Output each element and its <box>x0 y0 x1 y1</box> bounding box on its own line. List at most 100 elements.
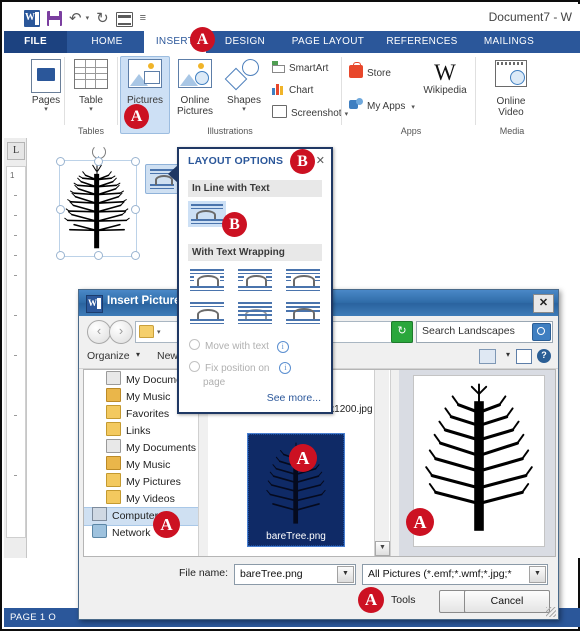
search-input[interactable]: Search Landscapes <box>416 321 553 343</box>
file-name-dropdown-icon[interactable]: ▼ <box>337 566 354 583</box>
screenshot-button[interactable]: Screenshot ▾ <box>272 105 348 119</box>
file-type-select[interactable]: All Pictures (*.emf;*.wmf;*.jpg;* ▼ <box>362 564 548 585</box>
nav-item-my-videos[interactable]: My Videos <box>106 490 175 507</box>
screenshot-caret-icon[interactable]: ▾ <box>345 111 349 118</box>
dialog-title-text: Insert Picture <box>107 295 181 307</box>
wrap-option-tight[interactable] <box>236 267 274 293</box>
file-name-input[interactable]: bareTree.png ▼ <box>234 564 356 585</box>
pages-label: Pages <box>31 95 61 106</box>
nav-item-my-documents-2[interactable]: My Documents <box>106 439 196 456</box>
see-more-link[interactable]: See more... <box>267 392 321 404</box>
nav-item-network[interactable]: Network <box>92 524 151 541</box>
screenshot-label: Screenshot <box>291 108 342 119</box>
tab-selector-button[interactable]: L <box>7 142 25 160</box>
wrap-option-through[interactable] <box>284 267 322 293</box>
save-icon[interactable] <box>47 11 62 26</box>
radio-fix-label-line2: page <box>203 377 225 388</box>
my-apps-button[interactable]: My Apps ▾ <box>349 98 415 112</box>
ribbon-tab-references[interactable]: REFERENCES <box>377 31 467 53</box>
close-icon[interactable]: ✕ <box>316 154 325 167</box>
undo-dropdown-caret-icon[interactable]: ▾ <box>86 14 90 22</box>
radio-move-with-text[interactable]: Move with text i <box>189 339 289 353</box>
help-icon[interactable]: ? <box>537 349 551 363</box>
resize-grip[interactable] <box>546 607 556 617</box>
pages-icon <box>28 59 64 93</box>
change-view-icon[interactable] <box>479 349 496 364</box>
resize-handle[interactable] <box>131 157 140 166</box>
wikipedia-label: Wikipedia <box>423 85 467 96</box>
touch-mouse-mode-icon[interactable] <box>115 11 133 27</box>
table-icon <box>73 59 109 93</box>
table-button[interactable]: Table ▾ <box>67 57 115 114</box>
wrap-option-in-front-of-text[interactable] <box>284 300 322 326</box>
resize-handle[interactable] <box>131 251 140 260</box>
refresh-icon[interactable]: ↻ <box>391 321 413 343</box>
online-pictures-button[interactable]: Online Pictures <box>171 57 219 117</box>
new-folder-button[interactable]: New <box>157 350 178 362</box>
pages-button[interactable]: Pages ▾ <box>22 57 70 114</box>
radio-icon[interactable] <box>189 361 200 372</box>
wrap-option-top-bottom[interactable] <box>188 300 226 326</box>
tools-button[interactable]: Tools <box>391 594 416 606</box>
ribbon-tab-file[interactable]: FILE <box>4 31 67 53</box>
radio-fix-position[interactable]: Fix position on i <box>189 361 292 374</box>
ribbon-tab-home[interactable]: HOME <box>76 31 138 53</box>
ribbon-tab-mailings[interactable]: MAILINGS <box>469 31 549 53</box>
pictures-icon <box>127 59 163 93</box>
wrap-option-square[interactable] <box>188 267 226 293</box>
organize-button[interactable]: Organize <box>87 350 130 362</box>
chevron-down-icon[interactable]: ▾ <box>157 328 161 336</box>
back-button[interactable]: ‹ <box>87 320 111 344</box>
file-type-dropdown-icon[interactable]: ▼ <box>529 566 546 583</box>
customize-quick-access-icon[interactable]: ≡ <box>140 12 146 24</box>
resize-handle[interactable] <box>94 157 103 166</box>
ribbon-tab-page-layout[interactable]: PAGE LAYOUT <box>281 31 375 53</box>
table-caret-icon[interactable]: ▾ <box>67 106 115 114</box>
forward-button[interactable]: › <box>109 320 133 344</box>
redo-icon[interactable]: ↻ <box>96 10 109 27</box>
nav-item-links[interactable]: Links <box>106 422 151 439</box>
pages-caret-icon[interactable]: ▾ <box>22 106 70 114</box>
online-video-label-2: Video <box>498 107 524 118</box>
close-icon[interactable]: ✕ <box>533 294 554 313</box>
resize-handle[interactable] <box>94 251 103 260</box>
store-button[interactable]: Store <box>349 62 391 79</box>
online-video-button[interactable]: Online Video <box>487 57 535 118</box>
nav-item-my-music[interactable]: My Music <box>106 388 170 405</box>
undo-icon[interactable]: ↶ <box>69 10 82 27</box>
file-list-scrollbar-right[interactable]: ▼ <box>374 370 390 556</box>
preview-pane-icon[interactable] <box>516 349 532 364</box>
vertical-ruler[interactable]: 1 <box>6 166 26 538</box>
wikipedia-icon: W <box>434 60 456 85</box>
resize-handle[interactable] <box>131 204 140 214</box>
group-separator <box>117 57 118 125</box>
nav-item-my-music-2[interactable]: My Music <box>106 456 170 473</box>
nav-item-my-pictures[interactable]: My Pictures <box>106 473 181 490</box>
cancel-button[interactable]: Cancel <box>464 590 550 613</box>
resize-handle[interactable] <box>56 204 65 214</box>
wikipedia-button[interactable]: W Wikipedia <box>417 60 473 97</box>
shapes-caret-icon[interactable]: ▾ <box>220 106 268 114</box>
info-icon[interactable]: i <box>279 362 292 374</box>
nav-item-favorites[interactable]: Favorites <box>106 405 169 422</box>
wrap-option-behind-text[interactable] <box>236 300 274 326</box>
chart-button[interactable]: Chart <box>272 83 313 96</box>
selected-image-frame[interactable] <box>56 145 140 260</box>
organize-caret-icon[interactable]: ▾ <box>136 350 140 359</box>
search-icon[interactable] <box>532 323 551 341</box>
my-apps-caret-icon[interactable]: ▾ <box>411 104 415 111</box>
folder-documents-icon <box>106 371 121 385</box>
callout-badge-a-pictures: A <box>124 104 149 129</box>
shapes-button[interactable]: Shapes ▾ <box>220 57 268 114</box>
wrap-option-inline[interactable] <box>188 201 226 227</box>
resize-handle[interactable] <box>56 251 65 260</box>
smartart-button[interactable]: SmartArt <box>272 61 328 74</box>
info-icon[interactable]: i <box>276 341 289 353</box>
ribbon-tab-design[interactable]: DESIGN <box>212 31 278 53</box>
radio-icon[interactable] <box>189 339 200 350</box>
nav-item-computer[interactable]: Computer <box>92 507 158 524</box>
resize-handle[interactable] <box>56 157 65 166</box>
callout-badge-b-layout-title: B <box>290 149 315 174</box>
view-caret-icon[interactable]: ▾ <box>506 350 510 359</box>
scroll-down-icon[interactable]: ▼ <box>375 541 390 556</box>
